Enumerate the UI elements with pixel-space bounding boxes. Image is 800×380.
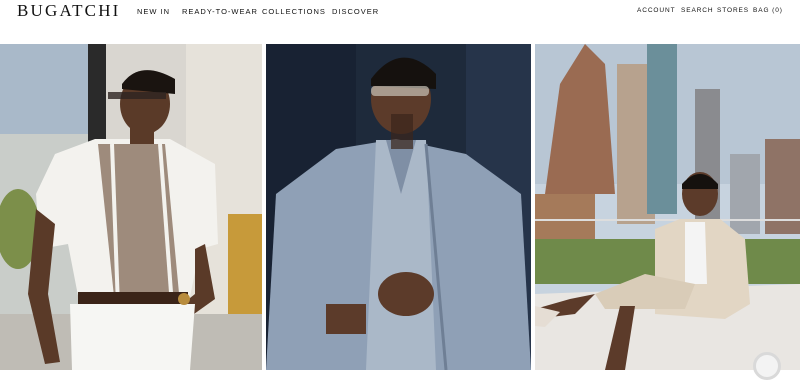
brand-logo[interactable]: BUGATCHI — [17, 2, 121, 20]
hero-image-3[interactable] — [535, 44, 800, 370]
nav-discover[interactable]: DISCOVER — [332, 7, 379, 16]
model-polo-outdoor-image — [0, 44, 262, 370]
nav-collections[interactable]: COLLECTIONS — [262, 7, 326, 16]
nav-stores[interactable]: STORES — [717, 7, 749, 14]
video-play-button[interactable] — [753, 352, 781, 380]
model-city-rooftop-image — [535, 44, 800, 370]
nav-search[interactable]: SEARCH — [681, 7, 714, 14]
model-grey-shirt-jacket-image — [266, 44, 531, 370]
site-header: BUGATCHI NEW IN READY-TO-WEAR COLLECTION… — [0, 0, 800, 44]
hero-image-1[interactable] — [0, 44, 262, 370]
nav-bag[interactable]: BAG (0) — [753, 7, 783, 14]
nav-new-in[interactable]: NEW IN — [137, 7, 170, 16]
nav-ready-to-wear[interactable]: READY-TO-WEAR — [182, 7, 258, 16]
hero-image-2[interactable] — [266, 44, 531, 370]
nav-account[interactable]: ACCOUNT — [637, 7, 675, 14]
